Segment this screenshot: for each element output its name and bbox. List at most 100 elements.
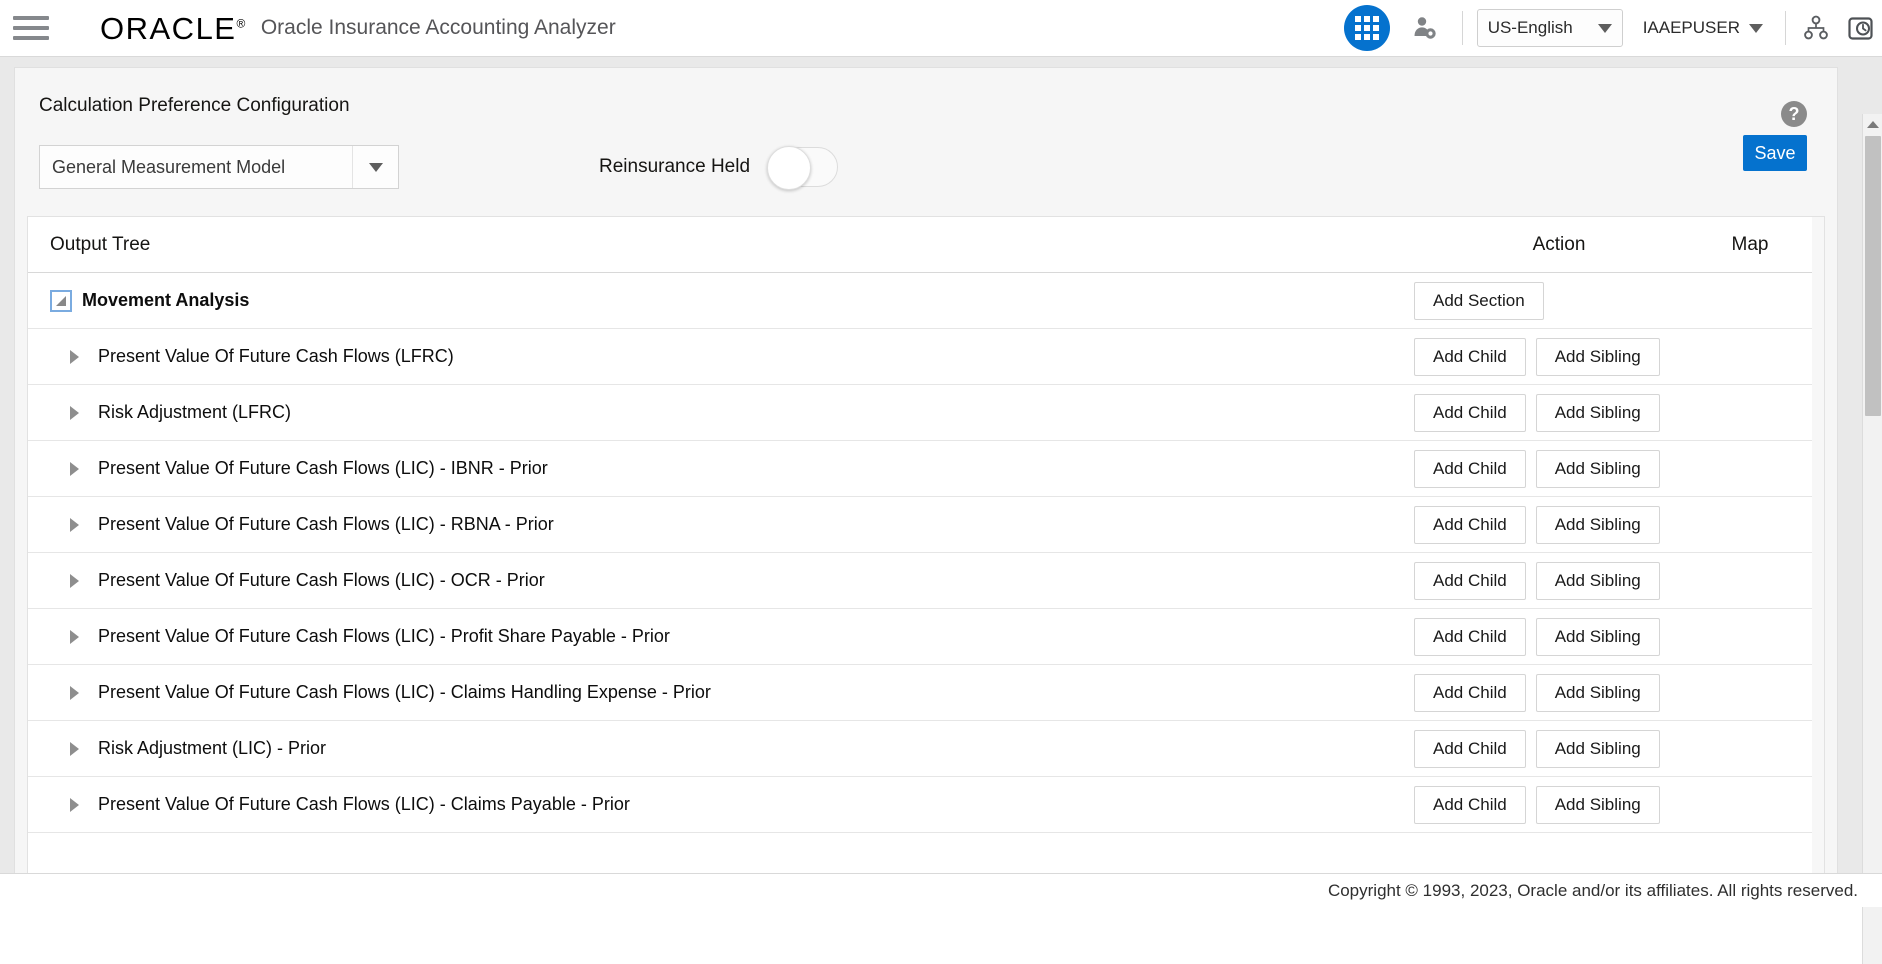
add-child-button[interactable]: Add Child [1414,618,1526,656]
user-settings-icon[interactable] [1404,8,1444,48]
add-child-button[interactable]: Add Child [1414,394,1526,432]
measurement-model-select[interactable]: General Measurement Model [39,145,399,189]
toggle-knob [767,146,811,190]
footer: Copyright © 1993, 2023, Oracle and/or it… [0,873,1882,907]
org-hierarchy-icon[interactable] [1794,6,1838,50]
add-sibling-button[interactable]: Add Sibling [1536,730,1660,768]
hamburger-bar [13,36,49,40]
header-divider [1462,11,1463,45]
expand-toggle-icon[interactable] [70,518,98,532]
scrollbar-thumb[interactable] [1865,136,1881,416]
table-row: Present Value Of Future Cash Flows (LIC)… [28,553,1824,609]
user-menu[interactable]: IAAEPUSER [1629,9,1777,47]
reinsurance-held-label: Reinsurance Held [599,156,750,178]
apps-grid-icon[interactable] [1344,5,1390,51]
add-child-button[interactable]: Add Child [1414,338,1526,376]
table-row: Movement Analysis Add Section [28,273,1824,329]
chevron-down-icon [1598,24,1612,33]
calculation-preference-card: Calculation Preference Configuration ? G… [14,67,1838,907]
page-scrollbar[interactable] [1862,114,1882,964]
clock-history-icon[interactable] [1838,6,1882,50]
tree-scrollbar-track[interactable] [1812,217,1824,896]
row-actions: Add Child Add Sibling [1414,450,1704,488]
chevron-down-icon [1749,24,1763,33]
add-sibling-button[interactable]: Add Sibling [1536,786,1660,824]
add-section-button[interactable]: Add Section [1414,282,1544,320]
user-name: IAAEPUSER [1643,18,1740,38]
registered-mark: ® [236,16,246,30]
reinsurance-held-toggle[interactable] [768,147,838,187]
add-sibling-button[interactable]: Add Sibling [1536,450,1660,488]
triangle-right-glyph [70,406,79,420]
row-actions: Add Child Add Sibling [1414,562,1704,600]
grid-dot [1373,25,1379,31]
page-body: Calculation Preference Configuration ? G… [0,57,1882,907]
collapse-toggle-icon[interactable] [50,290,72,312]
row-actions: Add Child Add Sibling [1414,618,1704,656]
tree-node: Present Value Of Future Cash Flows (LIC)… [28,626,1414,647]
row-actions: Add Child Add Sibling [1414,338,1704,376]
tree-children-container: Present Value Of Future Cash Flows (LFRC… [28,329,1824,833]
grid-dot [1373,16,1379,22]
expand-toggle-icon[interactable] [70,798,98,812]
add-sibling-button[interactable]: Add Sibling [1536,674,1660,712]
config-section-title: Calculation Preference Configuration [15,68,1837,117]
triangle-right-glyph [70,574,79,588]
triangle-right-glyph [70,350,79,364]
oracle-logo: ORACLE® [100,13,247,44]
scroll-up-arrow-icon[interactable] [1863,114,1882,134]
tree-header-row: Output Tree Action Map [28,217,1824,273]
table-row: Present Value Of Future Cash Flows (LIC)… [28,497,1824,553]
add-child-button[interactable]: Add Child [1414,730,1526,768]
triangle-right-glyph [70,742,79,756]
language-value: US-English [1488,18,1598,38]
expand-toggle-icon[interactable] [70,462,98,476]
row-actions: Add Child Add Sibling [1414,786,1704,824]
add-sibling-button[interactable]: Add Sibling [1536,394,1660,432]
tree-node-label: Present Value Of Future Cash Flows (LIC)… [98,458,548,479]
expand-toggle-icon[interactable] [70,574,98,588]
table-row: Present Value Of Future Cash Flows (LIC)… [28,665,1824,721]
add-sibling-button[interactable]: Add Sibling [1536,618,1660,656]
page-title: Oracle Insurance Accounting Analyzer [261,16,616,40]
expand-toggle-icon[interactable] [70,406,98,420]
tree-node: Risk Adjustment (LIC) - Prior [28,738,1414,759]
add-sibling-button[interactable]: Add Sibling [1536,506,1660,544]
tree-node: Present Value Of Future Cash Flows (LIC)… [28,570,1414,591]
hamburger-menu-icon[interactable] [0,0,62,57]
triangle-right-glyph [70,518,79,532]
header-actions: US-English IAAEPUSER [1344,0,1882,57]
row-actions: Add Child Add Sibling [1414,394,1704,432]
add-sibling-button[interactable]: Add Sibling [1536,338,1660,376]
expand-toggle-icon[interactable] [70,630,98,644]
language-select[interactable]: US-English [1477,9,1623,47]
tree-node-root: Movement Analysis [28,290,1414,312]
tree-node-label: Movement Analysis [82,290,249,311]
chevron-down-icon[interactable] [352,146,398,188]
column-header-action: Action [1414,234,1704,256]
add-child-button[interactable]: Add Child [1414,562,1526,600]
table-row: Risk Adjustment (LFRC)Add ChildAdd Sibli… [28,385,1824,441]
grid-dot [1355,25,1361,31]
grid-dot [1355,16,1361,22]
triangle-right-glyph [70,686,79,700]
add-child-button[interactable]: Add Child [1414,506,1526,544]
tree-node: Present Value Of Future Cash Flows (LIC)… [28,514,1414,535]
config-controls-row: General Measurement Model Reinsurance He… [15,117,1837,197]
grid-dot [1355,34,1361,40]
grid-dot [1364,16,1370,22]
grid-dot [1364,25,1370,31]
expand-toggle-icon[interactable] [70,742,98,756]
tree-node-label: Present Value Of Future Cash Flows (LIC)… [98,514,554,535]
expand-toggle-icon[interactable] [70,686,98,700]
save-button[interactable]: Save [1743,135,1807,171]
column-header-map: Map [1704,234,1824,256]
add-child-button[interactable]: Add Child [1414,674,1526,712]
expand-toggle-icon[interactable] [70,350,98,364]
add-child-button[interactable]: Add Child [1414,786,1526,824]
tree-node-label: Present Value Of Future Cash Flows (LIC)… [98,570,545,591]
add-child-button[interactable]: Add Child [1414,450,1526,488]
header-divider [1785,11,1786,45]
add-sibling-button[interactable]: Add Sibling [1536,562,1660,600]
hamburger-bar [13,26,49,30]
